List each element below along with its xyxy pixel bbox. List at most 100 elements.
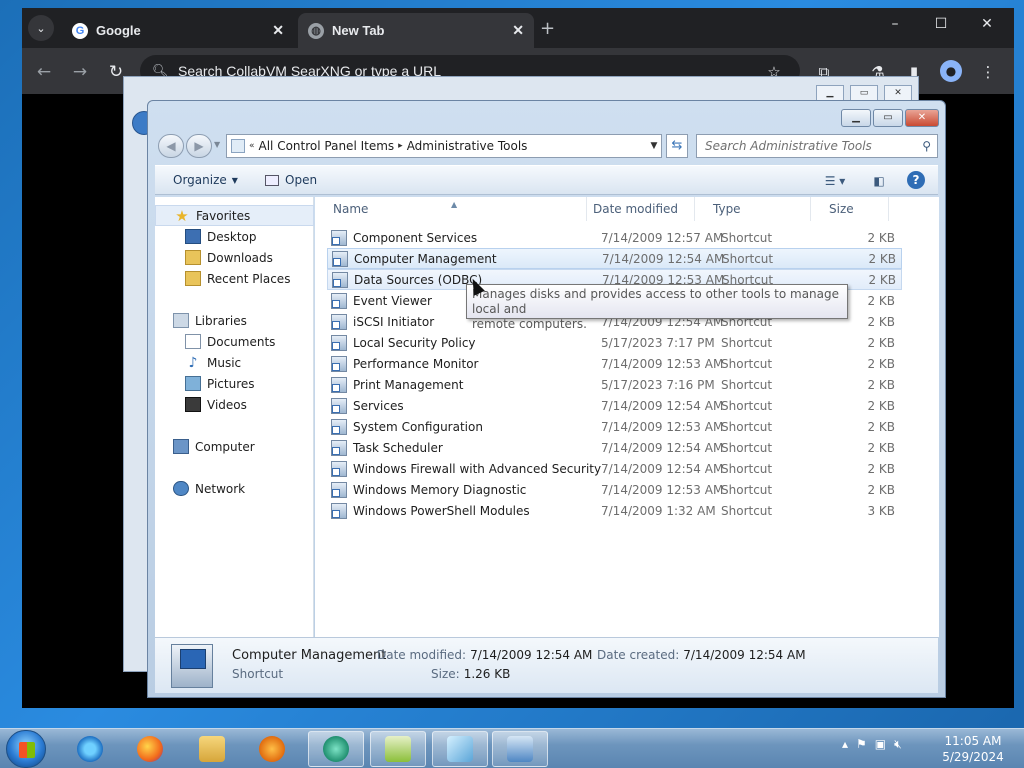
shortcut-icon [331, 229, 347, 246]
file-row[interactable]: Windows Firewall with Advanced Security 7… [327, 458, 902, 479]
help-icon[interactable]: ? [907, 171, 925, 189]
taskbar-internet-explorer[interactable] [62, 731, 118, 767]
breadcrumb-all-control-panel-items[interactable]: All Control Panel Items [259, 139, 395, 153]
chrome-maximize-button[interactable]: ☐ [926, 16, 956, 38]
taskbar-media-player[interactable] [244, 731, 300, 767]
taskbar-app[interactable] [432, 731, 488, 767]
view-options-icon[interactable]: ☰ ▾ [815, 171, 855, 191]
file-name: Performance Monitor [353, 356, 479, 371]
nav-videos[interactable]: Videos [155, 394, 314, 415]
file-row[interactable]: Performance Monitor 7/14/2009 12:53 AM Sho… [327, 353, 902, 374]
media-player-icon [259, 736, 285, 762]
taskbar-tool[interactable] [370, 731, 426, 767]
shortcut-icon [331, 397, 347, 414]
address-bar[interactable]: « All Control Panel Items ▸ Administrati… [226, 134, 662, 158]
start-button[interactable] [6, 730, 46, 768]
nav-pictures[interactable]: Pictures [155, 373, 314, 394]
forward-button[interactable]: ▶ [186, 134, 212, 158]
open-button[interactable]: Open [265, 173, 317, 187]
volume-muted-icon[interactable]: 🔇︎ [894, 737, 902, 752]
maximize-button[interactable]: ▭ [873, 109, 903, 127]
nav-documents[interactable]: Documents [155, 331, 314, 352]
details-modified-label: Date modified: [377, 648, 467, 662]
forward-arrow-icon[interactable]: → [68, 60, 92, 84]
file-row[interactable]: System Configuration 7/14/2009 12:53 AM Sh… [327, 416, 902, 437]
taskbar-firefox[interactable] [122, 731, 178, 767]
file-type: Shortcut [721, 335, 773, 350]
tab-new-tab[interactable]: ◍ New Tab ✕ [298, 13, 534, 48]
column-header-type[interactable]: Type [695, 197, 811, 221]
address-dropdown-icon[interactable]: ▼ [646, 134, 662, 158]
close-tab-icon[interactable]: ✕ [512, 22, 524, 39]
notification-area: ▴ ⚑ ▣ 🔇︎ [842, 737, 902, 752]
music-note-icon: ♪ [188, 354, 198, 371]
file-type: Shortcut [722, 251, 774, 266]
new-tab-button[interactable]: + [540, 18, 555, 39]
tab-google[interactable]: G Google ✕ [62, 13, 294, 48]
breadcrumb-separator[interactable]: ▸ [398, 141, 403, 151]
breadcrumb-administrative-tools[interactable]: Administrative Tools [407, 139, 528, 153]
minimize-button[interactable]: ▁ [841, 109, 871, 127]
tab-search-button[interactable]: ⌄ [28, 15, 54, 41]
administrative-tools-window: ▁ ▭ ✕ ◀ ▶ ▼ « All Control Panel Items ▸ … [147, 100, 946, 698]
search-input[interactable]: Search Administrative Tools ⚲ [696, 134, 938, 158]
libraries-icon [173, 313, 189, 328]
file-row[interactable]: Windows Memory Diagnostic 7/14/2009 12:53… [327, 479, 902, 500]
column-header-date[interactable]: Date modified [575, 197, 695, 221]
taskbar-administrative-tools[interactable] [492, 731, 548, 767]
breadcrumb-overflow[interactable]: « [249, 141, 255, 151]
organize-button[interactable]: Organize ▼ [173, 173, 238, 187]
file-row[interactable]: Local Security Policy 5/17/2023 7:17 PM Sh… [327, 332, 902, 353]
details-created: Date created: 7/14/2009 12:54 AM [597, 648, 806, 662]
file-row[interactable]: Windows PowerShell Modules 7/14/2009 1:32… [327, 500, 902, 521]
bg-minimize-button[interactable]: ▁ [816, 85, 844, 101]
firefox-icon [137, 736, 163, 762]
nav-libraries[interactable]: Libraries [155, 310, 314, 331]
column-header-name[interactable]: Name ▲ [315, 197, 587, 221]
close-tab-icon[interactable]: ✕ [272, 22, 284, 39]
file-size: 2 KB [867, 398, 895, 413]
action-center-flag-icon[interactable]: ⚑ [856, 737, 867, 752]
bg-maximize-button[interactable]: ▭ [850, 85, 878, 101]
clock[interactable]: 11:05 AM 5/29/2024 [930, 733, 1016, 765]
taskbar-collabvm[interactable] [308, 731, 364, 767]
file-row[interactable]: Task Scheduler 7/14/2009 12:54 AM Shortcut… [327, 437, 902, 458]
nav-network[interactable]: Network [155, 478, 314, 499]
chrome-minimize-button[interactable]: – [880, 16, 910, 38]
file-row[interactable]: Component Services 7/14/2009 12:57 AM Shor… [327, 227, 902, 248]
details-created-value: 7/14/2009 12:54 AM [683, 648, 806, 662]
preview-pane-icon[interactable]: ◧ [869, 171, 889, 191]
nav-downloads[interactable]: Downloads [155, 247, 314, 268]
back-button[interactable]: ◀ [158, 134, 184, 158]
file-row[interactable]: Computer Management 7/14/2009 12:54 AM Sho… [327, 248, 902, 269]
tab-title: Google [96, 23, 141, 38]
shortcut-icon [331, 481, 347, 498]
file-row[interactable]: Print Management 5/17/2023 7:16 PM Shortcu… [327, 374, 902, 395]
network-tray-icon[interactable]: ▣ [875, 737, 886, 752]
chrome-menu-icon[interactable]: ⋮ [976, 60, 1000, 84]
shortcut-icon [331, 292, 347, 309]
nav-computer[interactable]: Computer [155, 436, 314, 457]
recent-pages-chevron-icon[interactable]: ▼ [214, 140, 220, 149]
show-hidden-icons-icon[interactable]: ▴ [842, 737, 848, 752]
nav-desktop[interactable]: Desktop [155, 226, 314, 247]
file-date: 7/14/2009 12:54 AM [602, 251, 725, 266]
taskbar: ▴ ⚑ ▣ 🔇︎ 11:05 AM 5/29/2024 [0, 728, 1024, 768]
back-arrow-icon[interactable]: ← [32, 60, 56, 84]
nav-music[interactable]: ♪ Music [155, 352, 314, 373]
open-label: Open [285, 173, 318, 187]
refresh-icon[interactable]: ⇆ [666, 134, 688, 158]
chrome-close-button[interactable]: ✕ [972, 16, 1002, 38]
file-size: 2 KB [867, 440, 895, 455]
new-tab-globe-icon: ◍ [308, 22, 324, 39]
file-date: 7/14/2009 12:54 AM [601, 440, 724, 455]
profile-avatar-icon[interactable]: ● [940, 60, 962, 82]
nav-favorites[interactable]: ★ Favorites [155, 205, 314, 226]
close-button[interactable]: ✕ [905, 109, 939, 127]
file-type: Shortcut [721, 377, 773, 392]
file-row[interactable]: Services 7/14/2009 12:54 AM Shortcut 2 KB [327, 395, 902, 416]
bg-close-button[interactable]: ✕ [884, 85, 912, 101]
nav-recent-places[interactable]: Recent Places [155, 268, 314, 289]
column-header-size[interactable]: Size [811, 197, 889, 221]
taskbar-explorer[interactable] [184, 731, 240, 767]
